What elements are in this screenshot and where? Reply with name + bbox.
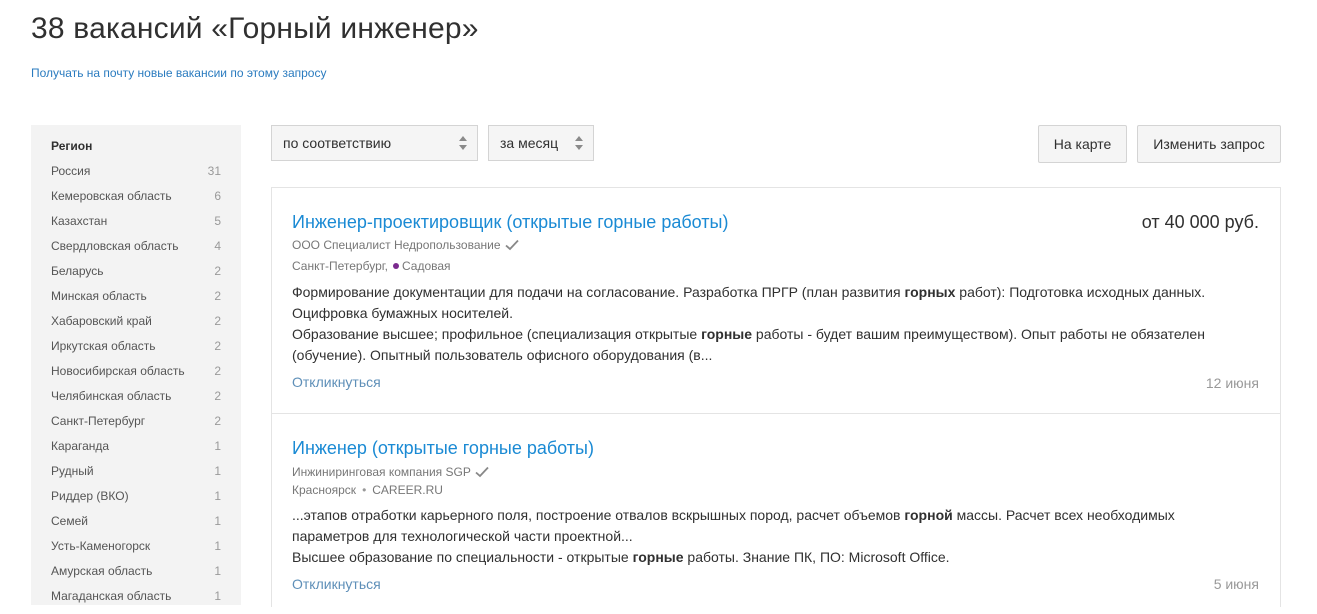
- region-count: 2: [214, 364, 221, 378]
- vacancy-title-link[interactable]: Инженер-проектировщик (открытые горные р…: [292, 212, 728, 233]
- vacancy-company: ООО Специалист Недропользование: [292, 238, 519, 252]
- region-item[interactable]: Челябинская область 2: [51, 389, 221, 414]
- region-count: 2: [214, 339, 221, 353]
- region-item[interactable]: Кемеровская область 6: [51, 189, 221, 214]
- respond-link[interactable]: Откликнуться: [292, 576, 381, 592]
- vacancy-title-link[interactable]: Инженер (открытые горные работы): [292, 438, 594, 459]
- vacancy-date: 12 июня: [1205, 375, 1259, 391]
- sort-select[interactable]: по соответствию: [271, 125, 478, 161]
- separator-dot: •: [362, 483, 367, 497]
- region-item[interactable]: Усть-Каменогорск 1: [51, 539, 221, 564]
- region-count: 1: [214, 589, 221, 603]
- vacancy-description: ...этапов отработки карьерного поля, пос…: [292, 507, 1175, 565]
- region-count: 6: [214, 189, 221, 203]
- region-count: 2: [214, 414, 221, 428]
- region-count: 5: [214, 214, 221, 228]
- vacancy-card: Инженер-проектировщик (открытые горные р…: [272, 188, 1280, 413]
- region-count: 2: [214, 264, 221, 278]
- region-count: 1: [214, 539, 221, 553]
- region-list: Россия 31 Кемеровская область 6 Казахстан 5…: [51, 164, 221, 605]
- region-item[interactable]: Риддер (ВКО) 1: [51, 489, 221, 514]
- region-item[interactable]: Казахстан 5: [51, 214, 221, 239]
- vacancy-card: Инженер (открытые горные работы) Инжинир…: [272, 413, 1280, 614]
- check-icon: [504, 239, 519, 251]
- region-item[interactable]: Семей 1: [51, 514, 221, 539]
- check-icon: [475, 466, 489, 478]
- region-count: 2: [214, 314, 221, 328]
- region-count: 1: [214, 564, 221, 578]
- vacancy-location: Красноярск • CAREER.RU: [292, 483, 443, 497]
- sort-arrows-icon: [459, 136, 467, 150]
- period-select[interactable]: за месяц: [488, 125, 594, 161]
- region-item[interactable]: Магаданская область 1: [51, 589, 221, 605]
- region-count: 1: [214, 514, 221, 528]
- region-count: 2: [214, 389, 221, 403]
- subscribe-link[interactable]: Получать на почту новые вакансии по этом…: [31, 66, 326, 80]
- page-title: 38 вакансий «Горный инженер»: [31, 12, 479, 45]
- region-count: 31: [207, 164, 221, 178]
- region-item[interactable]: Рудный 1: [51, 464, 221, 489]
- region-item[interactable]: Хабаровский край 2: [51, 314, 221, 339]
- region-item[interactable]: Россия 31: [51, 164, 221, 189]
- region-item[interactable]: Амурская область 1: [51, 564, 221, 589]
- region-count: 4: [214, 239, 221, 253]
- region-count: 1: [214, 464, 221, 478]
- region-item[interactable]: Караганда 1: [51, 439, 221, 464]
- region-item[interactable]: Иркутская область 2: [51, 339, 221, 364]
- period-select-value: за месяц: [500, 135, 559, 151]
- region-count: 1: [214, 489, 221, 503]
- metro-icon: [392, 263, 399, 269]
- vacancy-list: Инженер-проектировщик (открытые горные р…: [271, 187, 1281, 607]
- vacancy-date: 5 июня: [1213, 576, 1259, 592]
- vacancy-location: Санкт-Петербург, Садовая: [292, 259, 451, 273]
- vacancy-salary: от 40 000 руб.: [1141, 212, 1259, 232]
- vacancy-company: Инжиниринговая компания SGP: [292, 465, 489, 479]
- vacancy-description: Формирование документации для подачи на …: [292, 284, 1206, 363]
- sort-arrows-icon: [575, 136, 583, 150]
- sort-select-value: по соответствию: [283, 135, 392, 151]
- region-item[interactable]: Свердловская область 4: [51, 239, 221, 264]
- edit-query-button[interactable]: Изменить запрос: [1137, 125, 1281, 163]
- region-item[interactable]: Беларусь 2: [51, 264, 221, 289]
- region-count: 1: [214, 439, 221, 453]
- respond-link[interactable]: Откликнуться: [292, 374, 381, 390]
- map-button[interactable]: На карте: [1038, 125, 1127, 163]
- region-item[interactable]: Новосибирская область 2: [51, 364, 221, 389]
- region-item[interactable]: Санкт-Петербург 2: [51, 414, 221, 439]
- region-filter-sidebar: Регион Россия 31 Кемеровская область 6 Каз…: [31, 125, 241, 605]
- region-count: 2: [214, 289, 221, 303]
- region-filter-title: Регион: [51, 139, 93, 153]
- region-item[interactable]: Минская область 2: [51, 289, 221, 314]
